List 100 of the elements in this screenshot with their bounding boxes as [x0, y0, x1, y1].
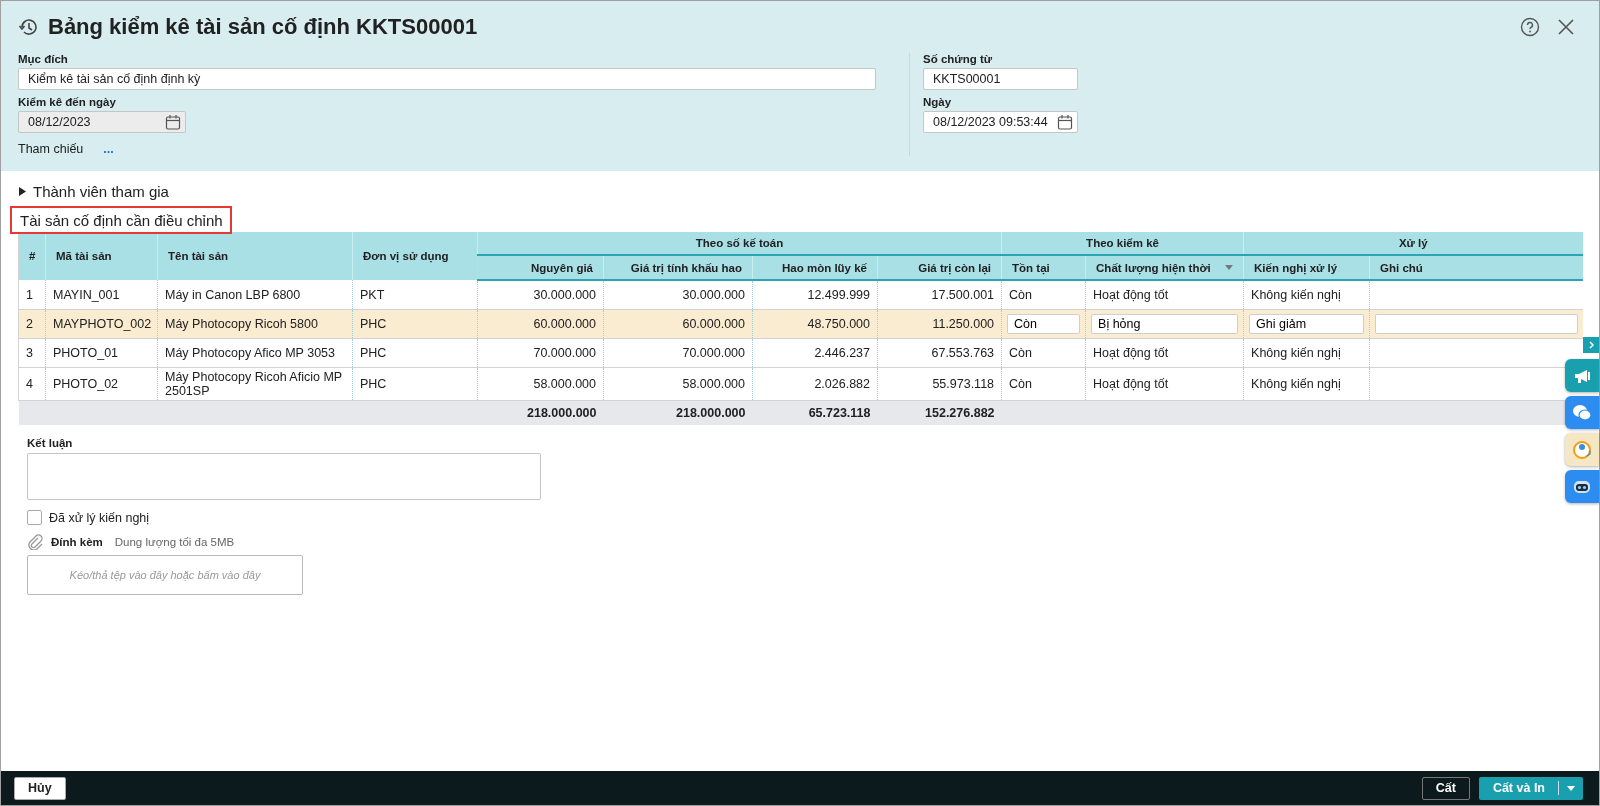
table-cell: PKT: [352, 280, 478, 310]
table-row[interactable]: 2 MAYPHOTO_002 Máy Photocopy Ricoh 5800 PHC 60.000.000 60.000.000 48.750.000 11.250.000 Còn Bị hỏng Ghi giảm: [18, 309, 1583, 339]
checkbox[interactable]: [27, 510, 42, 525]
column-header: Giá trị tính khấu hao: [603, 255, 753, 280]
table-cell: Không kiến nghị: [1243, 367, 1370, 401]
window-title: Bảng kiểm kê tài sản cố định KKTS00001: [48, 14, 479, 40]
field-label: Tham chiếu: [18, 142, 84, 156]
table-cell: 30.000.000: [603, 280, 753, 310]
table-cell: Còn: [1001, 280, 1086, 310]
close-icon[interactable]: [1556, 17, 1576, 37]
calendar-icon[interactable]: [165, 114, 181, 130]
help-icon[interactable]: [1520, 17, 1540, 37]
cancel-button[interactable]: Hủy: [14, 776, 66, 800]
cell-input[interactable]: Ghi giảm: [1249, 314, 1365, 334]
table-cell: 2.446.237: [752, 338, 878, 368]
field-label: Kiểm kê đến ngày: [18, 96, 117, 108]
table-cell: 70.000.000: [603, 338, 753, 368]
field-label: Ngày: [923, 96, 953, 108]
table-cell: Không kiến nghị: [1243, 338, 1370, 368]
table-cell: 55.973.118: [877, 367, 1002, 401]
save-button[interactable]: Cất: [1421, 776, 1470, 800]
table-cell: PHC: [352, 338, 478, 368]
table-cell: PHC: [352, 367, 478, 401]
column-header: Đơn vị sử dụng: [352, 232, 478, 280]
column-header: Mã tài sản: [45, 232, 158, 280]
table-cell: Máy Photocopy Ricoh Aficio MP 2501SP: [157, 367, 353, 401]
column-group-header: Theo số kế toán: [477, 232, 1002, 255]
table-cell: MAYPHOTO_002: [45, 309, 158, 339]
column-header: Nguyên giá: [477, 255, 604, 280]
chat-button[interactable]: [1565, 396, 1599, 429]
section-title: Tài sản cố định cần điều chỉnh: [10, 206, 232, 234]
table-row[interactable]: 1 MAYIN_001 Máy in Canon LBP 6800 PKT 30.000.000 30.000.000 12.499.999 17.500.001 Còn Hoạt động tốt Không kiến nghị: [18, 280, 1583, 310]
megaphone-button[interactable]: [1565, 359, 1599, 392]
column-header: Tồn tại: [1001, 255, 1086, 280]
hint-text: Dung lượng tối đa 5MB: [114, 536, 235, 548]
table-row[interactable]: 3 PHOTO_01 Máy Photocopy Afico MP 3053 PHC 70.000.000 70.000.000 2.446.237 67.553.763 Còn Hoạt động tốt Không kiến nghị: [18, 338, 1583, 368]
table-cell: 3: [18, 338, 46, 368]
cell-input[interactable]: Còn: [1007, 314, 1081, 334]
column-header: #: [18, 232, 46, 280]
table-cell: PHC: [352, 309, 478, 339]
total-cell: 65.723.118: [752, 400, 878, 425]
total-cell: 218.000.000: [477, 400, 604, 425]
table-cell: Máy in Canon LBP 6800: [157, 280, 353, 310]
table-cell: 60.000.000: [603, 309, 753, 339]
table-cell: PHOTO_02: [45, 367, 158, 401]
dropdown-caret-icon[interactable]: [1225, 265, 1234, 270]
field-label: Đính kèm: [51, 536, 103, 548]
section-toggle[interactable]: Thành viên tham gia: [33, 183, 169, 200]
table-cell: Hoạt động tốt: [1085, 338, 1244, 368]
table-cell: 17.500.001: [877, 280, 1002, 310]
column-header: Hao mòn lũy kế: [752, 255, 878, 280]
field-label: Số chứng từ: [923, 53, 994, 65]
table-cell: PHOTO_01: [45, 338, 158, 368]
bot-button[interactable]: [1565, 470, 1599, 503]
chevron-icon: [1587, 341, 1595, 349]
cell-input[interactable]: Bị hỏng: [1091, 314, 1239, 334]
column-header: Tên tài sản: [157, 232, 353, 280]
column-group-header: Xử lý: [1243, 232, 1583, 255]
table-cell: 2.026.882: [752, 367, 878, 401]
table-cell: 60.000.000: [477, 309, 604, 339]
table-cell: 11.250.000: [877, 309, 1002, 339]
table-cell: 30.000.000: [477, 280, 604, 310]
table-cell: 67.553.763: [877, 338, 1002, 368]
table-cell: 48.750.000: [752, 309, 878, 339]
table-cell: Hoạt động tốt: [1085, 367, 1244, 401]
table-cell: Máy Photocopy Ricoh 5800: [157, 309, 353, 339]
table-cell: 12.499.999: [752, 280, 878, 310]
collapse-tab[interactable]: [1583, 337, 1599, 353]
chat-icon: [1572, 402, 1592, 423]
table-cell: 58.000.000: [603, 367, 753, 401]
column-header: Giá trị còn lại: [877, 255, 1002, 280]
table-cell: Máy Photocopy Afico MP 3053: [157, 338, 353, 368]
table-cell: MAYIN_001: [45, 280, 158, 310]
column-group-header: Theo kiểm kê: [1001, 232, 1244, 255]
date-field[interactable]: 08/12/2023 09:53:44: [923, 111, 1078, 133]
calendar-icon[interactable]: [1057, 114, 1073, 130]
history-icon: [18, 17, 38, 37]
cell-input[interactable]: [1375, 314, 1578, 334]
reference-link[interactable]: ...: [103, 142, 114, 156]
table-cell: Hoạt động tốt: [1085, 280, 1244, 310]
total-cell: 218.000.000: [603, 400, 753, 425]
field-label: Mục đích: [18, 53, 69, 65]
text-field[interactable]: KKTS00001: [923, 68, 1078, 90]
expand-triangle-icon[interactable]: [18, 187, 27, 196]
column-header: Ghi chú: [1369, 255, 1583, 280]
table-cell: 4: [18, 367, 46, 401]
field-label: Kết luận: [27, 437, 74, 449]
table-cell: 70.000.000: [477, 338, 604, 368]
table-cell: 58.000.000: [477, 367, 604, 401]
caret-icon: [1567, 785, 1575, 791]
text-field[interactable]: Kiểm kê tài sản cố định định kỳ: [18, 68, 876, 90]
table-cell: Còn: [1001, 367, 1086, 401]
table-cell: 1: [18, 280, 46, 310]
table-cell: Còn: [1001, 338, 1086, 368]
checkbox-label[interactable]: Đã xử lý kiến nghị: [49, 510, 150, 525]
table-cell: Không kiến nghị: [1243, 280, 1370, 310]
conclusion-field[interactable]: [27, 453, 541, 500]
total-cell: 152.276.882: [877, 400, 1002, 425]
column-header: Kiến nghị xử lý: [1243, 255, 1370, 280]
table-cell: 2: [18, 309, 46, 339]
